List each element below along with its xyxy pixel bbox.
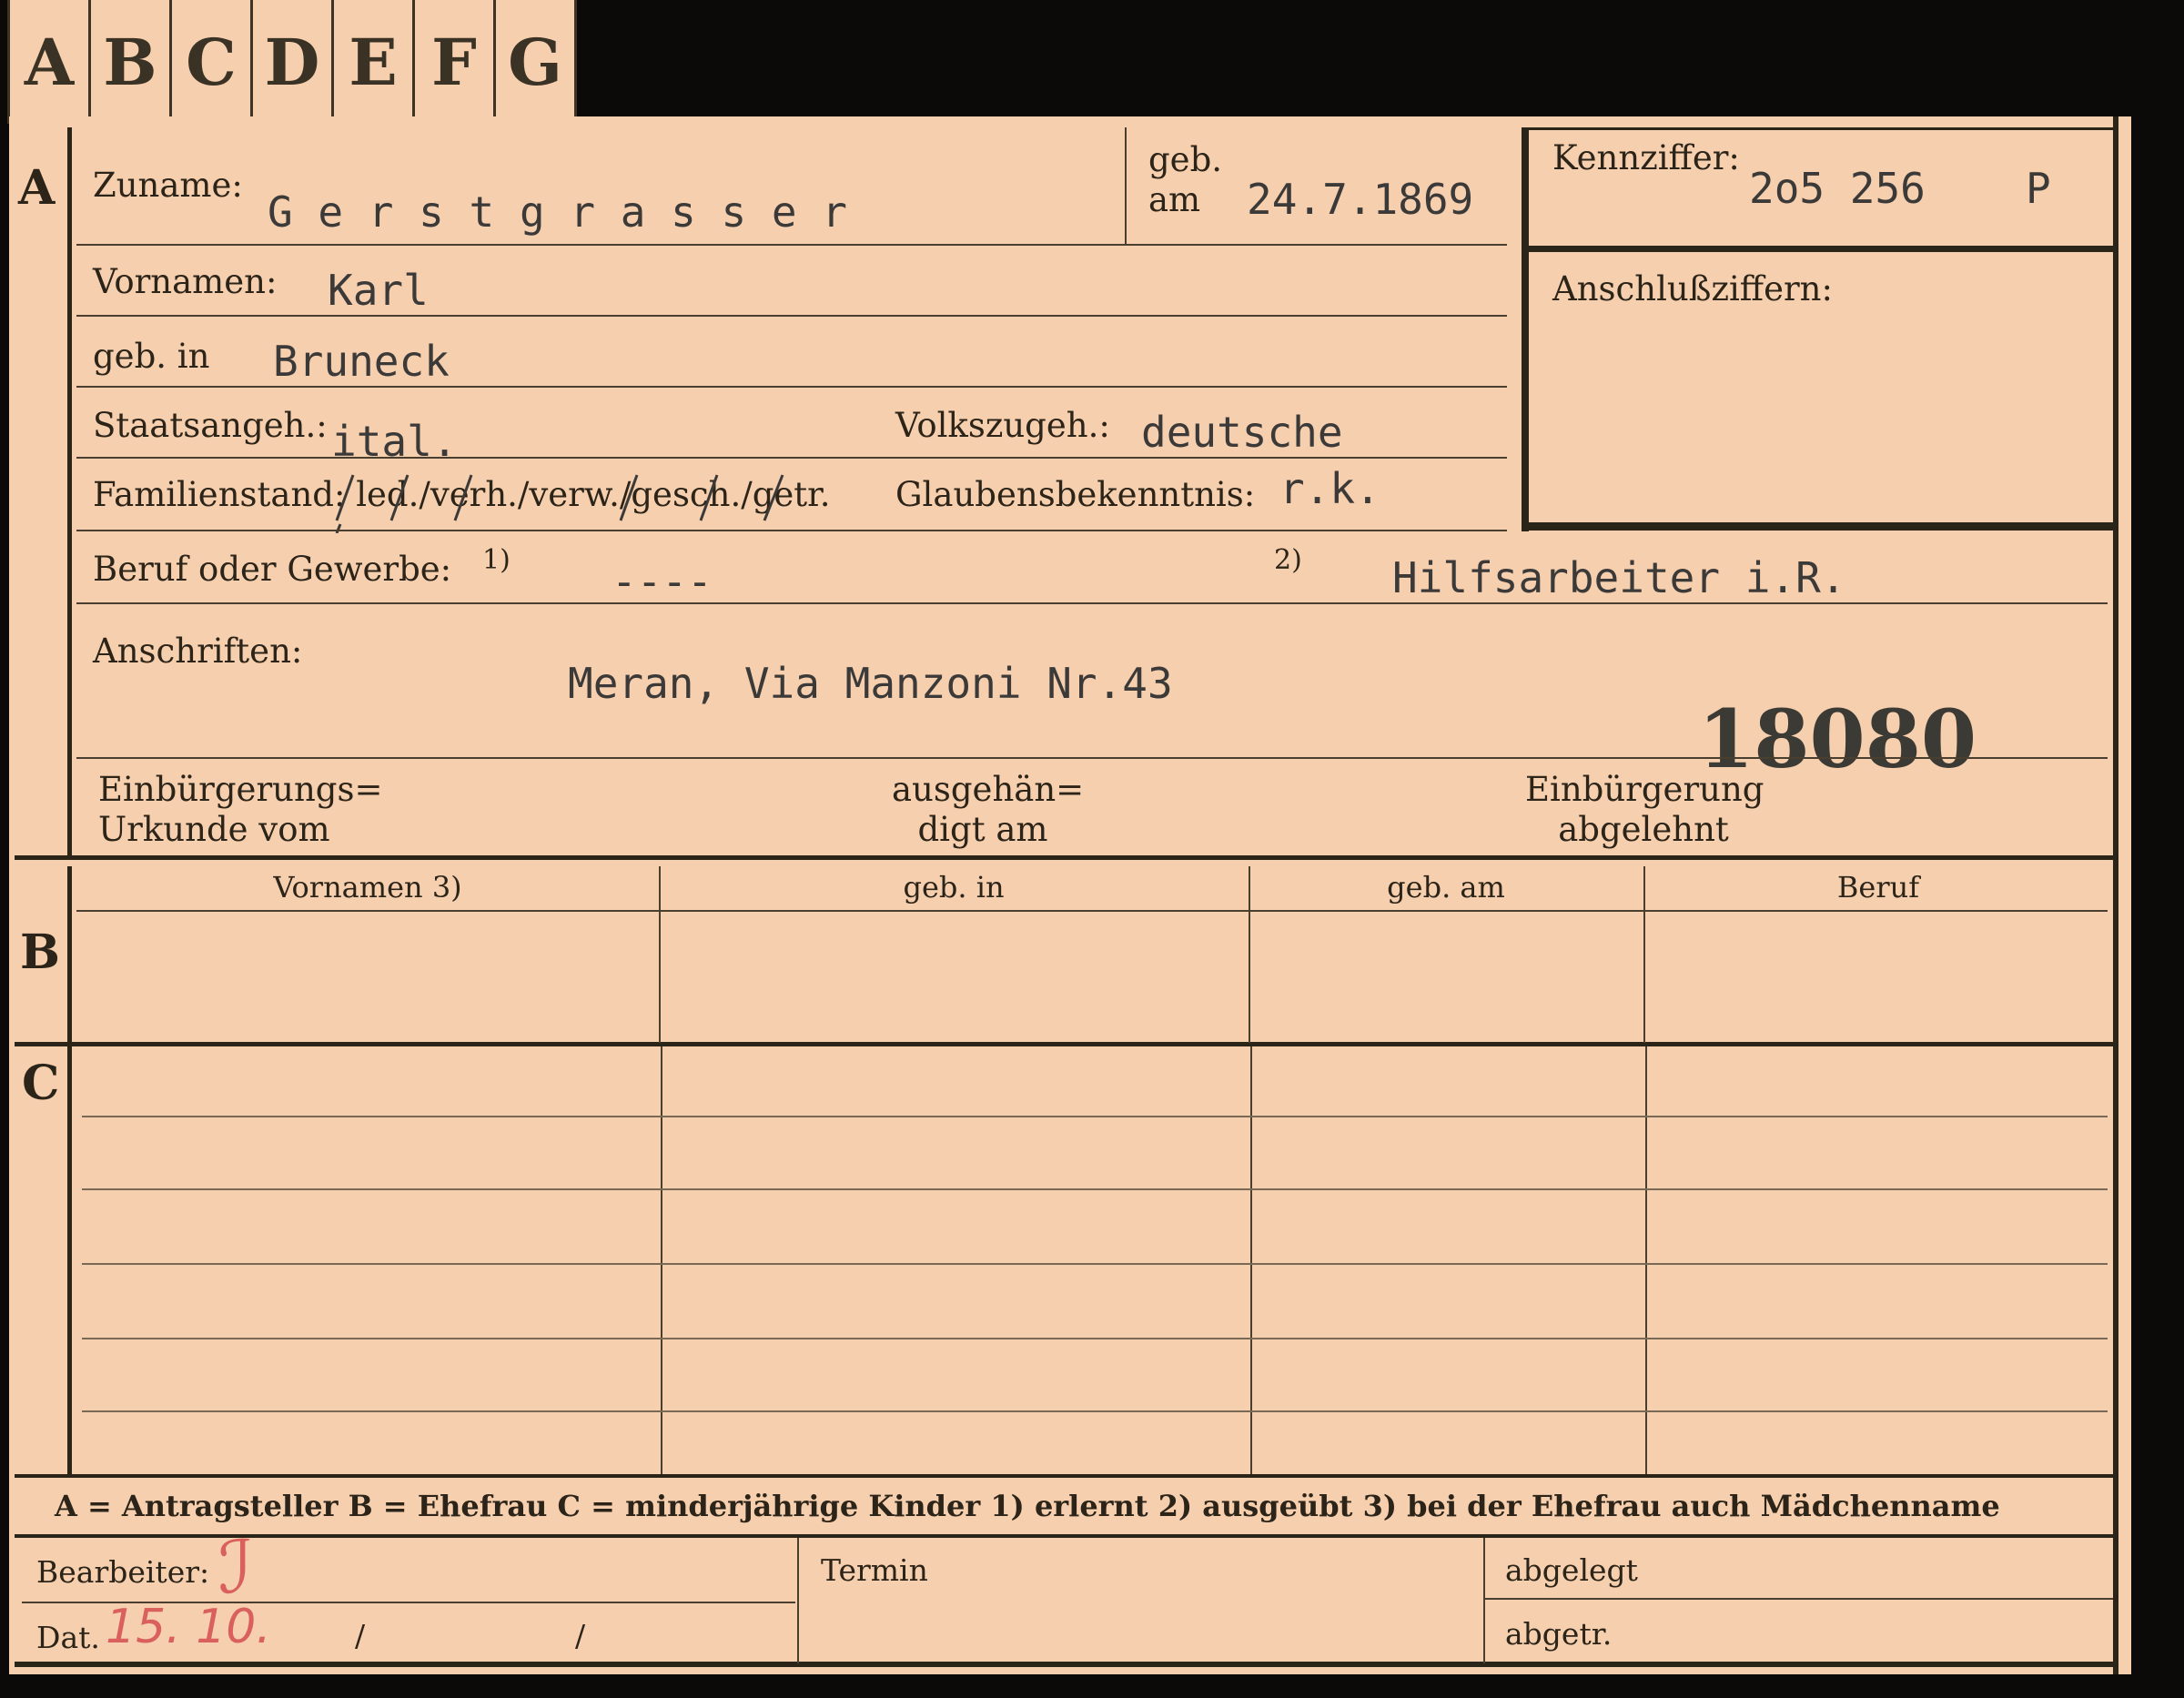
clerk-label: Bearbeiter: xyxy=(36,1554,210,1590)
first-names-label: Vornamen: xyxy=(93,262,278,301)
c-row-rule xyxy=(82,1116,2108,1117)
date-label: Dat. xyxy=(36,1620,100,1655)
section-c-marker: C xyxy=(22,1056,60,1111)
naturalization-denied-label: Einbürgerung abgelehnt xyxy=(1525,770,1764,849)
born-in-label: geb. in xyxy=(93,337,210,376)
deadline-label: Termin xyxy=(821,1552,928,1588)
register-tab-strip: A B C D E F G xyxy=(7,0,577,124)
section-a-left-rule xyxy=(67,127,72,855)
addresses-label: Anschriften: xyxy=(93,632,303,671)
first-names-value: Karl xyxy=(328,266,429,315)
section-a-marker: A xyxy=(18,160,56,216)
occupation-ref-2: 2) xyxy=(1274,544,1302,576)
tab-c: C xyxy=(172,0,253,124)
tab-b: B xyxy=(91,0,172,124)
occupation-rule xyxy=(76,602,2108,604)
ethnicity-value: deutsche xyxy=(1141,408,1343,457)
citizenship-label: Staatsangeh.: xyxy=(93,406,328,445)
c-row-rule xyxy=(82,1263,2108,1265)
tab-e: E xyxy=(334,0,415,124)
c-row-rule xyxy=(82,1410,2108,1412)
tab-g: G xyxy=(496,0,577,124)
card-right-rule xyxy=(2113,116,2118,1674)
first-names-rule xyxy=(76,315,1507,317)
surname-divider xyxy=(1125,127,1127,244)
b-col-first-names: Vornamen 3) xyxy=(273,870,462,905)
tab-a: A xyxy=(7,0,91,124)
citizenship-rule xyxy=(76,457,1507,459)
surname-value: G e r s t g r a s s e r xyxy=(268,187,847,237)
linked-numbers-label: Anschlußziffern: xyxy=(1552,269,1833,308)
address-rule xyxy=(76,757,2108,759)
b-col-born-in: geb. in xyxy=(903,870,1005,905)
section-c-bottom-rule xyxy=(15,1474,2117,1478)
c-row-rule xyxy=(82,1338,2108,1339)
section-a-bottom-rule xyxy=(15,855,2117,860)
c-row-rule xyxy=(82,1188,2108,1190)
date-slash-2: / xyxy=(575,1618,586,1653)
occupation-practiced-value: Hilfsarbeiter i.R. xyxy=(1392,553,1846,602)
surname-rule xyxy=(76,244,1507,246)
tab-d: D xyxy=(253,0,334,124)
footer-divider-1 xyxy=(797,1538,799,1663)
id-number-suffix: P xyxy=(2026,164,2051,213)
footer-divider-2 xyxy=(1483,1538,1485,1663)
id-number-label: Kennziffer: xyxy=(1552,138,1740,177)
naturalization-certificate-label: Einbürgerungs= Urkunde vom xyxy=(98,770,383,849)
id-box-left-rule xyxy=(1522,127,1529,531)
religion-label: Glaubensbekenntnis: xyxy=(895,475,1256,514)
date-slash-1: / xyxy=(355,1618,366,1653)
occupation-learned-value: ---- xyxy=(612,557,713,606)
b-header-rule xyxy=(76,910,2108,912)
marital-strikethrough-marks xyxy=(335,474,784,533)
section-b-bottom-rule xyxy=(15,1042,2117,1046)
removed-label: abgetr. xyxy=(1505,1616,1613,1652)
footer-filed-rule xyxy=(1485,1598,2113,1600)
surname-label: Zuname: xyxy=(93,166,243,205)
marital-rule xyxy=(76,530,1507,531)
born-in-value: Bruneck xyxy=(273,337,450,386)
born-on-label: geb. am xyxy=(1148,140,1223,219)
religion-value: r.k. xyxy=(1279,464,1380,513)
section-b-marker: B xyxy=(20,925,60,980)
address-value: Meran, Via Manzoni Nr.43 xyxy=(568,659,1173,708)
section-bc-left-rule xyxy=(67,866,72,1476)
occupation-ref-1: 1) xyxy=(482,544,511,576)
id-number-value: 2o5 256 xyxy=(1749,164,1926,213)
occupation-label: Beruf oder Gewerbe: xyxy=(93,550,452,589)
legend-footnotes: A = Antragsteller B = Ehefrau C = minder… xyxy=(55,1489,2000,1523)
date-value: 15. 10. xyxy=(106,1600,271,1654)
tab-f: F xyxy=(415,0,496,124)
id-box-divider xyxy=(1522,246,2113,252)
clerk-initial-mark: ℐ xyxy=(218,1525,253,1610)
b-col-born-on: geb. am xyxy=(1387,870,1505,905)
id-box-bottom-rule xyxy=(1522,522,2113,531)
b-col-occupation: Beruf xyxy=(1836,870,1920,905)
handed-out-label: ausgehän= digt am xyxy=(892,770,1085,849)
id-box-top-rule xyxy=(1522,127,2113,130)
ethnicity-label: Volkszugeh.: xyxy=(895,406,1110,445)
card-bottom-rule xyxy=(15,1662,2117,1667)
filed-label: abgelegt xyxy=(1505,1552,1638,1588)
legend-bottom-rule xyxy=(15,1534,2117,1538)
born-on-value: 24.7.1869 xyxy=(1247,175,1474,224)
born-in-rule xyxy=(76,386,1507,388)
